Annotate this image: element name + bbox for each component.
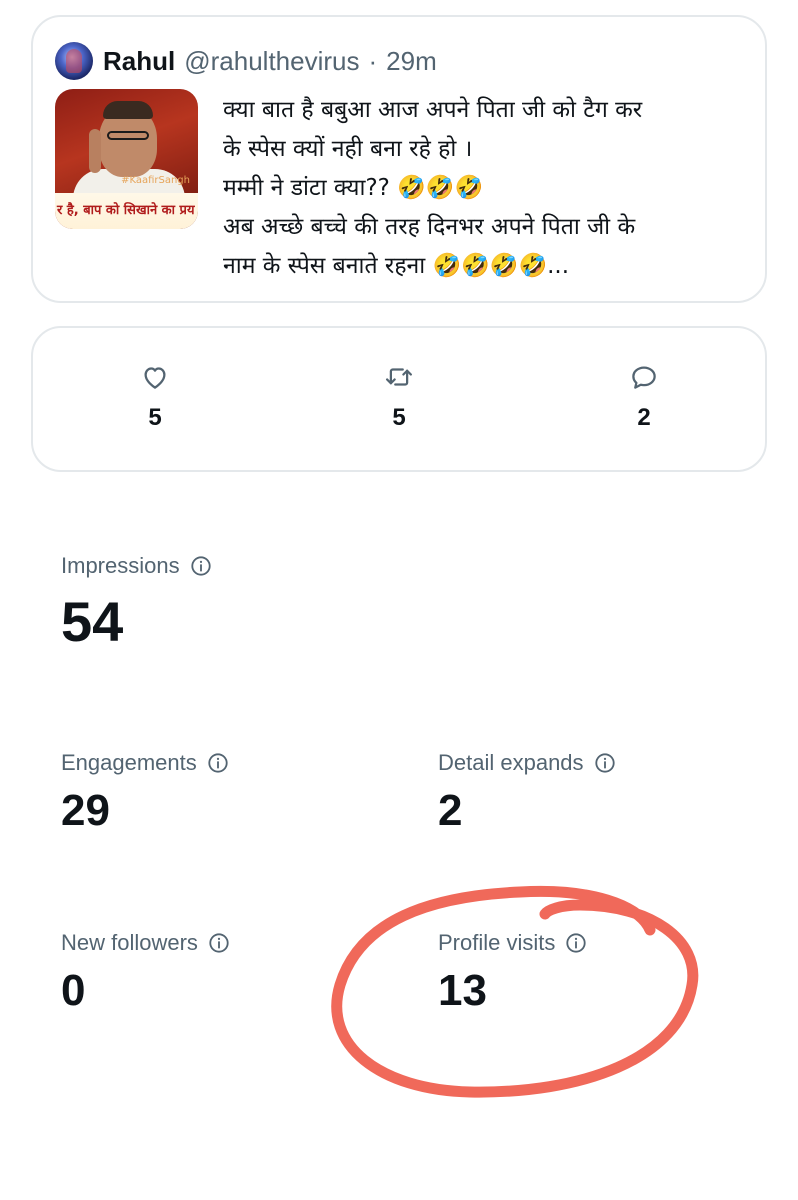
info-icon[interactable] [207, 752, 229, 774]
profile-visits-label: Profile visits [438, 930, 556, 955]
detail-expands-value: 2 [438, 786, 463, 835]
thumbnail-caption: र है, बाप को सिखाने का प्रय [55, 193, 198, 229]
metric-label: Detail expands [438, 750, 616, 776]
reply-icon [632, 366, 656, 389]
tweet-text: क्या बात है बबुआ आज अपने पिता जी को टैग … [223, 91, 753, 286]
tweet-text-line: अब अच्छे बच्चे की तरह दिनभर अपने पिता जी… [223, 214, 636, 240]
tweet-text-line: मम्मी ने डांटा क्या?? 🤣🤣🤣 [223, 175, 484, 201]
reply-count: 2 [637, 404, 651, 431]
heart-icon [144, 367, 166, 389]
like-button[interactable]: 5 [115, 362, 195, 432]
tweet-media-thumbnail[interactable]: #KaafirSangh र है, बाप को सिखाने का प्रय [55, 89, 198, 229]
display-name[interactable]: Rahul [103, 46, 175, 77]
new-followers-value: 0 [61, 966, 86, 1015]
thumbnail-figure-glasses [107, 131, 149, 140]
tweet-header: Rahul @rahulthevirus · 29m [55, 41, 437, 81]
tweet-text-line: नाम के स्पेस बनाते रहना 🤣🤣🤣🤣... [223, 253, 570, 279]
impressions-label: Impressions [61, 553, 180, 578]
profile-visits-value: 13 [438, 966, 487, 1015]
metric-label: Impressions [61, 553, 212, 579]
info-icon[interactable] [208, 932, 230, 954]
metric-engagements: Engagements 29 [61, 750, 229, 836]
engagements-value: 29 [61, 786, 110, 835]
metric-new-followers: New followers 0 [61, 930, 230, 1016]
tweet-text-line: के स्पेस क्यों नही बना रहे हो । [223, 136, 473, 162]
reply-button[interactable]: 2 [604, 362, 684, 432]
engagement-actions-card: 5 5 2 [31, 326, 767, 472]
metric-profile-visits: Profile visits 13 [438, 930, 587, 1016]
tweet-text-line: क्या बात है बबुआ आज अपने पिता जी को टैग … [223, 97, 643, 123]
engagements-label: Engagements [61, 750, 197, 775]
metric-detail-expands: Detail expands 2 [438, 750, 616, 836]
info-icon[interactable] [594, 752, 616, 774]
user-handle[interactable]: @rahulthevirus [184, 46, 359, 77]
thumbnail-hashtag: #KaafirSangh [121, 175, 190, 186]
retweet-count: 5 [392, 404, 406, 431]
retweet-icon [386, 368, 412, 386]
info-icon[interactable] [565, 932, 587, 954]
info-icon[interactable] [190, 555, 212, 577]
tweet-timestamp[interactable]: 29m [386, 46, 437, 77]
metric-label: New followers [61, 930, 230, 956]
metric-impressions: Impressions 54 [61, 553, 212, 654]
thumbnail-figure-hair [103, 101, 153, 119]
separator-dot: · [368, 45, 378, 76]
like-count: 5 [148, 404, 162, 431]
retweet-button[interactable]: 5 [359, 362, 439, 432]
avatar[interactable] [55, 42, 93, 80]
new-followers-label: New followers [61, 930, 198, 955]
tweet-card[interactable]: Rahul @rahulthevirus · 29m #KaafirSangh … [31, 15, 767, 303]
metric-label: Profile visits [438, 930, 587, 956]
thumbnail-figure-finger [89, 129, 101, 173]
metric-label: Engagements [61, 750, 229, 776]
detail-expands-label: Detail expands [438, 750, 584, 775]
impressions-value: 54 [61, 590, 124, 653]
